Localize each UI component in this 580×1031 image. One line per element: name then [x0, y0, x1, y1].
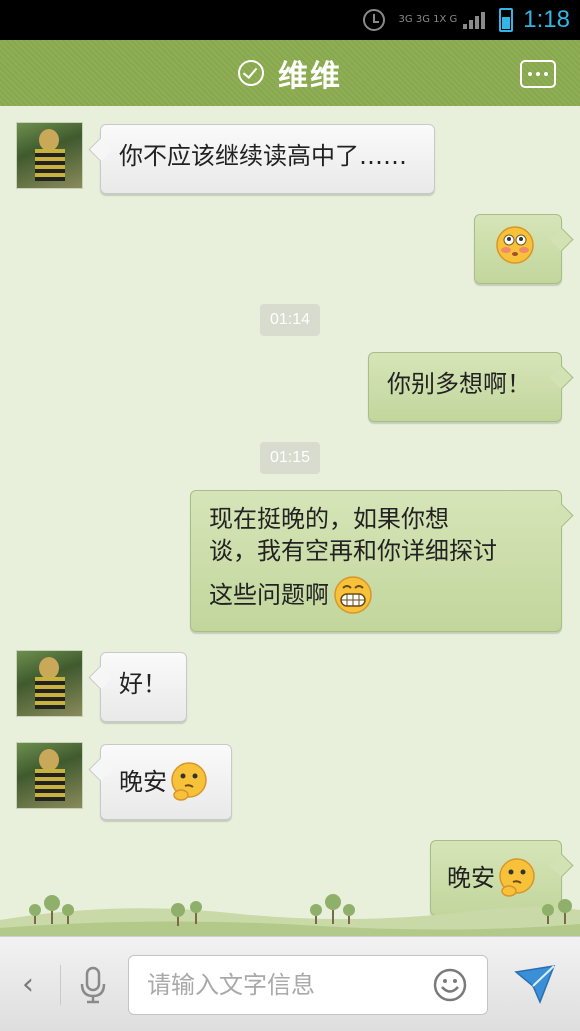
battery-icon [499, 8, 514, 32]
microphone-icon[interactable] [78, 965, 108, 1005]
signal-icon [463, 11, 487, 29]
message-text: 好！ [119, 670, 167, 698]
chat-area[interactable]: 你不应该继续读高中了…… 01:14 你别多想啊！ 01:15 现在挺晚的，如果… [0, 106, 580, 936]
thinking-face-icon [171, 762, 207, 801]
send-button[interactable] [512, 960, 558, 1006]
contact-avatar[interactable] [16, 122, 83, 189]
grinning-face-icon [334, 576, 372, 614]
message-text-line: 这些问题啊 [209, 581, 329, 609]
check-circle-icon [238, 60, 264, 86]
collapse-arrow-icon[interactable]: ‹ [22, 967, 34, 1002]
more-options-button[interactable] [520, 60, 556, 88]
timestamp: 01:15 [260, 442, 320, 474]
contact-name: 维维 [278, 59, 342, 94]
status-time: 1:18 [523, 6, 570, 33]
message-text: 晚安 [119, 768, 167, 796]
message-bubble-received[interactable]: 好！ [100, 652, 187, 722]
message-bubble-sent[interactable]: 晚安 [430, 840, 562, 916]
blushing-face-icon [496, 226, 534, 264]
status-bar: 3G 3G 1X G 1:18 [0, 0, 580, 40]
message-bubble-sent[interactable] [474, 214, 562, 284]
message-text: 你别多想啊！ [387, 370, 531, 398]
network-label: 3G 3G 1X G [398, 14, 458, 25]
thinking-face-icon [499, 858, 535, 897]
message-text: 你不应该继续读高中了…… [119, 142, 407, 170]
chat-header: 维维 [0, 40, 580, 112]
message-bubble-sent[interactable]: 现在挺晚的，如果你想 谈，我有空再和你详细探讨 这些问题啊 [190, 490, 562, 632]
message-bubble-received[interactable]: 晚安 [100, 744, 232, 820]
emoji-button[interactable] [432, 967, 468, 1003]
message-text: 晚安 [447, 864, 495, 892]
contact-avatar[interactable] [16, 742, 83, 809]
input-bar: ‹ 请输入文字信息 [0, 936, 580, 1031]
contact-avatar[interactable] [16, 650, 83, 717]
timestamp: 01:14 [260, 304, 320, 336]
message-text-line: 现在挺晚的，如果你想 [209, 505, 449, 533]
divider [60, 965, 61, 1005]
alarm-icon [362, 9, 385, 31]
message-bubble-sent[interactable]: 你别多想啊！ [368, 352, 562, 422]
message-bubble-received[interactable]: 你不应该继续读高中了…… [100, 124, 435, 194]
message-text-line: 谈，我有空再和你详细探讨 [209, 537, 497, 565]
network-indicator: 3G 3G 1X G [399, 15, 458, 25]
